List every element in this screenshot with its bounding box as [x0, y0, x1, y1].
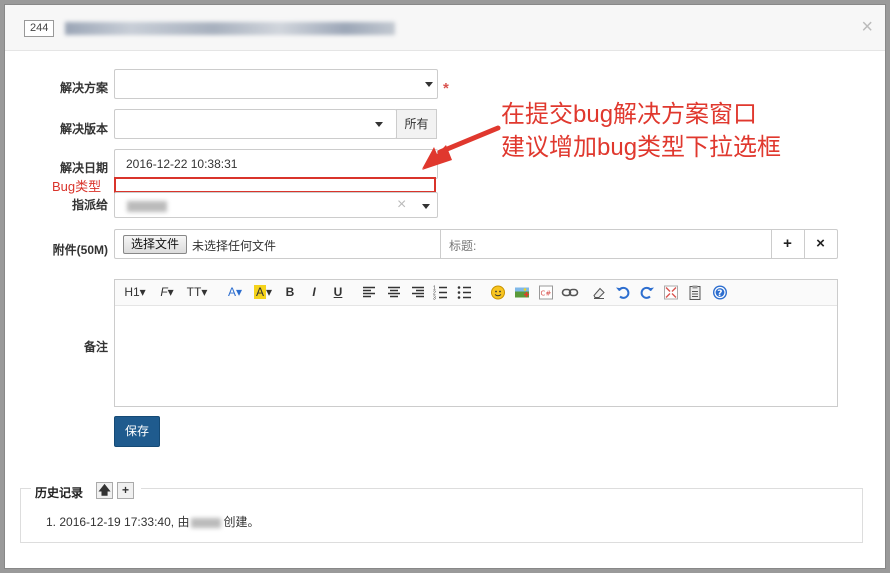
red-annotation-text: 在提交bug解决方案窗口 建议增加bug类型下拉选框: [501, 98, 781, 164]
chevron-down-icon: [422, 204, 430, 209]
svg-text:?: ?: [717, 289, 722, 299]
font-size-button[interactable]: TT▾: [185, 284, 209, 301]
blurred-creator: [191, 517, 222, 528]
emoji-icon[interactable]: [490, 284, 506, 301]
remove-attachment-icon[interactable]: ×: [804, 230, 836, 259]
font-family-text: F: [160, 285, 168, 299]
version-select[interactable]: [114, 109, 397, 139]
underline-button[interactable]: U: [331, 284, 345, 301]
date-label: 解决日期: [59, 161, 108, 175]
undo-icon[interactable]: [615, 284, 631, 301]
all-versions-button[interactable]: 所有: [396, 109, 437, 139]
blurred-assignee: [127, 201, 167, 212]
italic-button[interactable]: I: [307, 284, 321, 301]
remark-editor[interactable]: H1▾ F▾ TT▾ A▾ A ▾ B I U 123 C# ?: [114, 279, 838, 407]
align-left-icon[interactable]: [361, 284, 377, 301]
date-input-value: 2016-12-22 10:38:31: [126, 157, 238, 171]
dialog-header: 244 ×: [5, 5, 885, 51]
svg-text:3: 3: [433, 296, 436, 302]
required-mark: *: [443, 80, 449, 97]
font-color-button[interactable]: A▾: [225, 284, 245, 301]
image-icon[interactable]: [514, 284, 530, 301]
align-right-icon[interactable]: [410, 284, 426, 301]
version-label: 解决版本: [59, 122, 108, 136]
collapse-up-icon[interactable]: 🡅: [96, 482, 113, 499]
resolution-label: 解决方案: [59, 81, 108, 95]
code-text: C#: [541, 290, 552, 298]
choose-file-button[interactable]: 选择文件: [123, 235, 188, 254]
code-icon[interactable]: C#: [538, 284, 554, 301]
no-file-text: 未选择任何文件: [192, 239, 277, 253]
assign-label: 指派给: [71, 198, 108, 212]
align-center-icon[interactable]: [386, 284, 402, 301]
bug-type-select[interactable]: [114, 177, 436, 193]
annotation-line-2: 建议增加bug类型下拉选框: [501, 134, 782, 161]
eraser-icon[interactable]: [591, 284, 607, 301]
attachment-title-label: 标题:: [449, 239, 477, 253]
save-button[interactable]: 保存: [114, 416, 160, 447]
add-attachment-icon[interactable]: +: [771, 230, 803, 259]
ordered-list-icon[interactable]: 123: [433, 284, 449, 301]
chevron-down-icon: [375, 122, 383, 127]
resolution-select[interactable]: [114, 69, 438, 99]
fullscreen-icon[interactable]: [663, 284, 679, 301]
attachment-label: 附件(50M): [52, 243, 108, 257]
redo-icon[interactable]: [639, 284, 655, 301]
remark-label: 备注: [83, 340, 108, 354]
link-icon[interactable]: [561, 284, 579, 301]
font-color-text: A: [227, 285, 236, 299]
highlight-button[interactable]: A ▾: [252, 284, 274, 301]
assign-select[interactable]: ×: [114, 192, 438, 218]
blurred-dialog-title: [65, 22, 395, 35]
clear-icon[interactable]: ×: [397, 196, 406, 214]
heading-text: H1: [124, 285, 140, 299]
highlight-text: A: [253, 285, 266, 299]
editor-toolbar: H1▾ F▾ TT▾ A▾ A ▾ B I U 123 C# ?: [115, 280, 837, 306]
date-input[interactable]: 2016-12-22 10:38:31: [114, 149, 438, 179]
help-icon[interactable]: ?: [712, 284, 728, 301]
expand-add-icon[interactable]: +: [117, 482, 134, 499]
bold-button[interactable]: B: [283, 284, 297, 301]
history-entry: 1. 2016-12-19 17:33:40, 由 创建。: [46, 513, 259, 530]
font-family-button[interactable]: F▾: [157, 284, 177, 301]
history-title: 历史记录: [35, 486, 84, 500]
heading-button[interactable]: H1▾: [123, 284, 147, 301]
attachment-title-input[interactable]: [482, 232, 770, 256]
close-icon[interactable]: ×: [861, 17, 873, 37]
chevron-down-icon: [425, 82, 433, 87]
history-entry-prefix: 1. 2016-12-19 17:33:40, 由: [46, 515, 190, 529]
history-entry-suffix: 创建。: [223, 515, 260, 529]
annotation-line-1: 在提交bug解决方案窗口: [501, 101, 758, 128]
bug-type-label: Bug类型: [52, 179, 102, 194]
divider: [440, 230, 441, 258]
bug-id-badge: 244: [24, 20, 55, 37]
paste-icon[interactable]: [687, 284, 703, 301]
history-legend: 历史记录 🡅 +: [31, 481, 141, 501]
font-size-text: TT: [186, 285, 202, 299]
unordered-list-icon[interactable]: [457, 284, 473, 301]
